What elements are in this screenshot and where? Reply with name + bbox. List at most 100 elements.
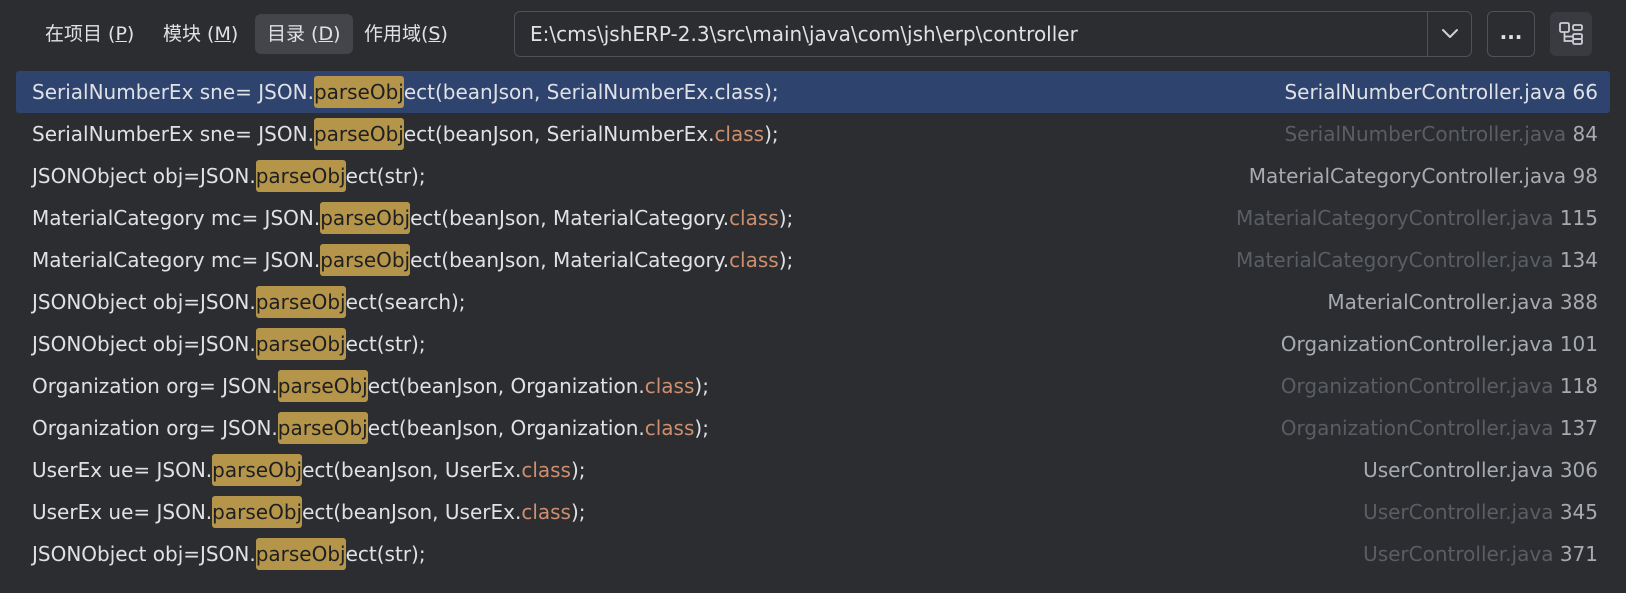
result-row[interactable]: JSONObject obj=JSON.parseObject(str); Mat… — [16, 155, 1610, 197]
result-location: SerialNumberController.java 66 — [1284, 71, 1598, 113]
result-file-name: MaterialController.java — [1327, 290, 1554, 314]
class-keyword: class — [729, 206, 779, 230]
result-file-name: UserController.java — [1363, 542, 1554, 566]
code-prefix: MaterialCategory mc= JSON. — [32, 248, 321, 272]
code-prefix: SerialNumberEx sne= JSON. — [32, 80, 314, 104]
result-file-name: MaterialCategoryController.java — [1236, 206, 1554, 230]
code-suffix: ect(beanJson, Organization. — [367, 374, 645, 398]
result-line-number: 118 — [1559, 374, 1598, 398]
result-row[interactable]: UserEx ue= JSON.parseObject(beanJson, Us… — [16, 449, 1610, 491]
result-file-name: MaterialCategoryController.java — [1248, 164, 1567, 188]
code-suffix: ect(str); — [345, 542, 426, 566]
result-row[interactable]: Organization org= JSON.parseObject(beanJ… — [16, 365, 1610, 407]
match-highlight: parseObj — [277, 412, 368, 444]
result-row[interactable]: UserEx ue= JSON.parseObject(beanJson, Us… — [16, 491, 1610, 533]
scope-tab-mnemonic: M — [214, 23, 231, 45]
browse-directory-button[interactable]: ... — [1487, 11, 1535, 57]
code-end: ); — [764, 80, 779, 104]
result-line-number: 98 — [1572, 164, 1598, 188]
scope-tab-scope[interactable]: 作用域(S) — [352, 14, 460, 54]
result-location: UserController.java 345 — [1363, 491, 1598, 533]
code-prefix: UserEx ue= JSON. — [32, 500, 213, 524]
result-line-number: 388 — [1559, 290, 1598, 314]
directory-path-combobox[interactable]: E:\cms\jshERP-2.3\src\main\java\com\jsh\… — [514, 11, 1472, 57]
result-location: MaterialCategoryController.java 98 — [1249, 155, 1598, 197]
result-code-line: JSONObject obj=JSON.parseObject(str); — [32, 533, 426, 575]
match-highlight: parseObj — [320, 244, 411, 276]
directory-history-dropdown-button[interactable] — [1428, 12, 1472, 56]
result-row[interactable]: SerialNumberEx sne= JSON.parseObject(bea… — [16, 113, 1610, 155]
code-end: ); — [778, 248, 794, 272]
result-row[interactable]: SerialNumberEx sne= JSON.parseObject(bea… — [16, 71, 1610, 113]
result-row[interactable]: MaterialCategory mc= JSON.parseObject(be… — [16, 239, 1610, 281]
recursive-toggle-button[interactable] — [1550, 12, 1592, 56]
result-file-name: SerialNumberController.java — [1284, 122, 1567, 146]
directory-path-input[interactable]: E:\cms\jshERP-2.3\src\main\java\com\jsh\… — [530, 12, 1078, 56]
result-file-name: OrganizationController.java — [1280, 416, 1554, 440]
class-keyword: class — [644, 374, 695, 398]
result-line-number: 345 — [1559, 500, 1598, 524]
code-suffix: ect(beanJson, Organization. — [367, 416, 645, 440]
code-end: ); — [694, 374, 709, 398]
result-location: MaterialCategoryController.java 115 — [1236, 197, 1598, 239]
result-code-line: MaterialCategory mc= JSON.parseObject(be… — [32, 197, 793, 239]
class-keyword: class — [714, 122, 765, 146]
match-highlight: parseObj — [320, 202, 411, 234]
scope-tab-suffix: ) — [230, 23, 239, 45]
search-results-list: SerialNumberEx sne= JSON.parseObject(bea… — [16, 71, 1610, 575]
code-prefix: MaterialCategory mc= JSON. — [32, 206, 321, 230]
scope-tab-label: 目录 ( — [267, 23, 319, 45]
code-prefix: JSONObject obj=JSON. — [32, 164, 256, 188]
code-suffix: ect(beanJson, SerialNumberEx. — [403, 122, 715, 146]
result-file-name: UserController.java — [1363, 500, 1554, 524]
scope-tab-suffix: ) — [126, 23, 135, 45]
result-code-line: JSONObject obj=JSON.parseObject(str); — [32, 155, 426, 197]
result-line-number: 115 — [1559, 206, 1598, 230]
result-file-name: OrganizationController.java — [1280, 332, 1554, 356]
scope-tab-directory[interactable]: 目录 (D) — [255, 14, 353, 54]
code-prefix: UserEx ue= JSON. — [32, 458, 213, 482]
result-row[interactable]: Organization org= JSON.parseObject(beanJ… — [16, 407, 1610, 449]
scope-tab-module[interactable]: 模块 (M) — [151, 14, 250, 54]
code-end: ); — [694, 416, 709, 440]
result-row[interactable]: MaterialCategory mc= JSON.parseObject(be… — [16, 197, 1610, 239]
result-code-line: JSONObject obj=JSON.parseObject(search); — [32, 281, 466, 323]
scope-tab-label: 作用域( — [364, 23, 429, 45]
scope-tab-label: 模块 ( — [163, 23, 215, 45]
result-row[interactable]: JSONObject obj=JSON.parseObject(str); Use… — [16, 533, 1610, 575]
chevron-down-icon — [1442, 29, 1458, 38]
result-row[interactable]: JSONObject obj=JSON.parseObject(search);… — [16, 281, 1610, 323]
match-highlight: parseObj — [255, 328, 346, 360]
scope-tab-suffix: ) — [333, 23, 341, 45]
code-prefix: Organization org= JSON. — [32, 374, 278, 398]
result-code-line: UserEx ue= JSON.parseObject(beanJson, Us… — [32, 491, 586, 533]
scope-tab-mnemonic: D — [318, 23, 334, 45]
match-highlight: parseObj — [255, 538, 346, 570]
result-code-line: SerialNumberEx sne= JSON.parseObject(bea… — [32, 71, 779, 113]
find-in-files-toolbar: 在项目 (P) 模块 (M) 目录 (D) 作用域(S) E:\cms\jshE… — [0, 0, 1626, 70]
match-highlight: parseObj — [277, 370, 368, 402]
code-suffix: ect(beanJson, UserEx. — [302, 458, 522, 482]
match-highlight: parseObj — [255, 286, 346, 318]
result-location: OrganizationController.java 137 — [1281, 407, 1598, 449]
code-suffix: ect(str); — [345, 332, 426, 356]
scope-tab-suffix: ) — [440, 23, 448, 45]
code-suffix: ect(search); — [345, 290, 466, 314]
scope-tab-mnemonic: P — [115, 23, 127, 45]
code-prefix: JSONObject obj=JSON. — [32, 332, 256, 356]
code-suffix: ect(beanJson, MaterialCategory. — [410, 206, 730, 230]
scope-tab-project[interactable]: 在项目 (P) — [33, 14, 146, 54]
scope-tab-mnemonic: S — [428, 23, 441, 45]
result-line-number: 137 — [1559, 416, 1598, 440]
result-row[interactable]: JSONObject obj=JSON.parseObject(str); Org… — [16, 323, 1610, 365]
class-keyword: class — [521, 500, 571, 524]
result-code-line: UserEx ue= JSON.parseObject(beanJson, Us… — [32, 449, 586, 491]
class-keyword: class — [714, 80, 765, 104]
result-location: MaterialCategoryController.java 134 — [1236, 239, 1598, 281]
code-suffix: ect(beanJson, MaterialCategory. — [410, 248, 730, 272]
code-end: ); — [764, 122, 779, 146]
result-line-number: 371 — [1559, 542, 1598, 566]
result-location: OrganizationController.java 101 — [1281, 323, 1598, 365]
code-end: ); — [570, 458, 586, 482]
match-highlight: parseObj — [212, 454, 303, 486]
